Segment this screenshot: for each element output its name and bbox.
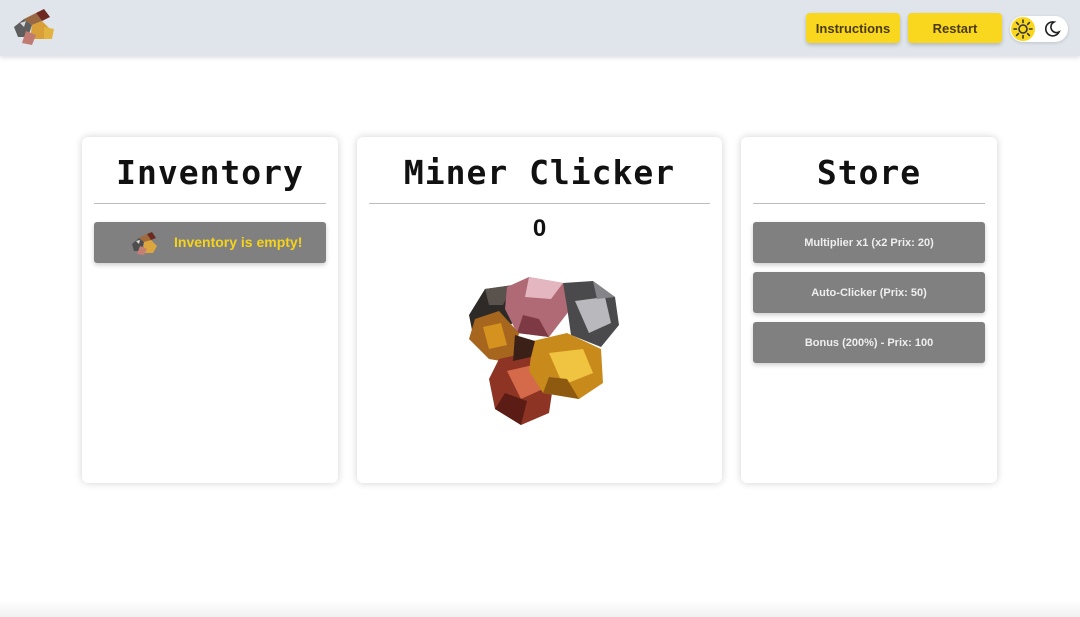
store-multiplier-button[interactable]: Multiplier x1 (x2 Prix: 20) [753,222,985,263]
store-bonus-button[interactable]: Bonus (200%) - Prix: 100 [753,322,985,363]
footer-shade [0,600,1080,617]
instructions-button[interactable]: Instructions [806,13,900,43]
inventory-title: Inventory [116,153,304,192]
ore-cluster-click-button[interactable] [455,275,625,430]
game-panel: Miner Clicker 0 [357,137,722,483]
store-panel: Store Multiplier x1 (x2 Prix: 20) Auto-C… [741,137,997,483]
theme-light-option[interactable] [1011,17,1035,41]
sun-icon [1013,19,1033,39]
inventory-empty-message: Inventory is empty! [174,234,303,250]
store-title: Store [816,153,922,192]
theme-toggle[interactable] [1010,16,1068,42]
store-auto-clicker-button[interactable]: Auto-Clicker (Prix: 50) [753,272,985,313]
inventory-divider [94,203,326,204]
top-bar: Instructions Restart [0,0,1080,56]
ore-pile-logo-icon[interactable] [10,5,56,45]
store-divider [753,203,985,204]
score-counter: 0 [532,215,547,242]
restart-button[interactable]: Restart [908,13,1002,43]
inventory-panel: Inventory Inventory is empty! [82,137,338,483]
game-title: Miner Clicker [403,153,676,192]
moon-icon[interactable] [1043,20,1061,38]
ore-pile-icon [132,232,157,255]
game-divider [369,203,710,204]
inventory-empty-notice: Inventory is empty! [94,222,326,263]
